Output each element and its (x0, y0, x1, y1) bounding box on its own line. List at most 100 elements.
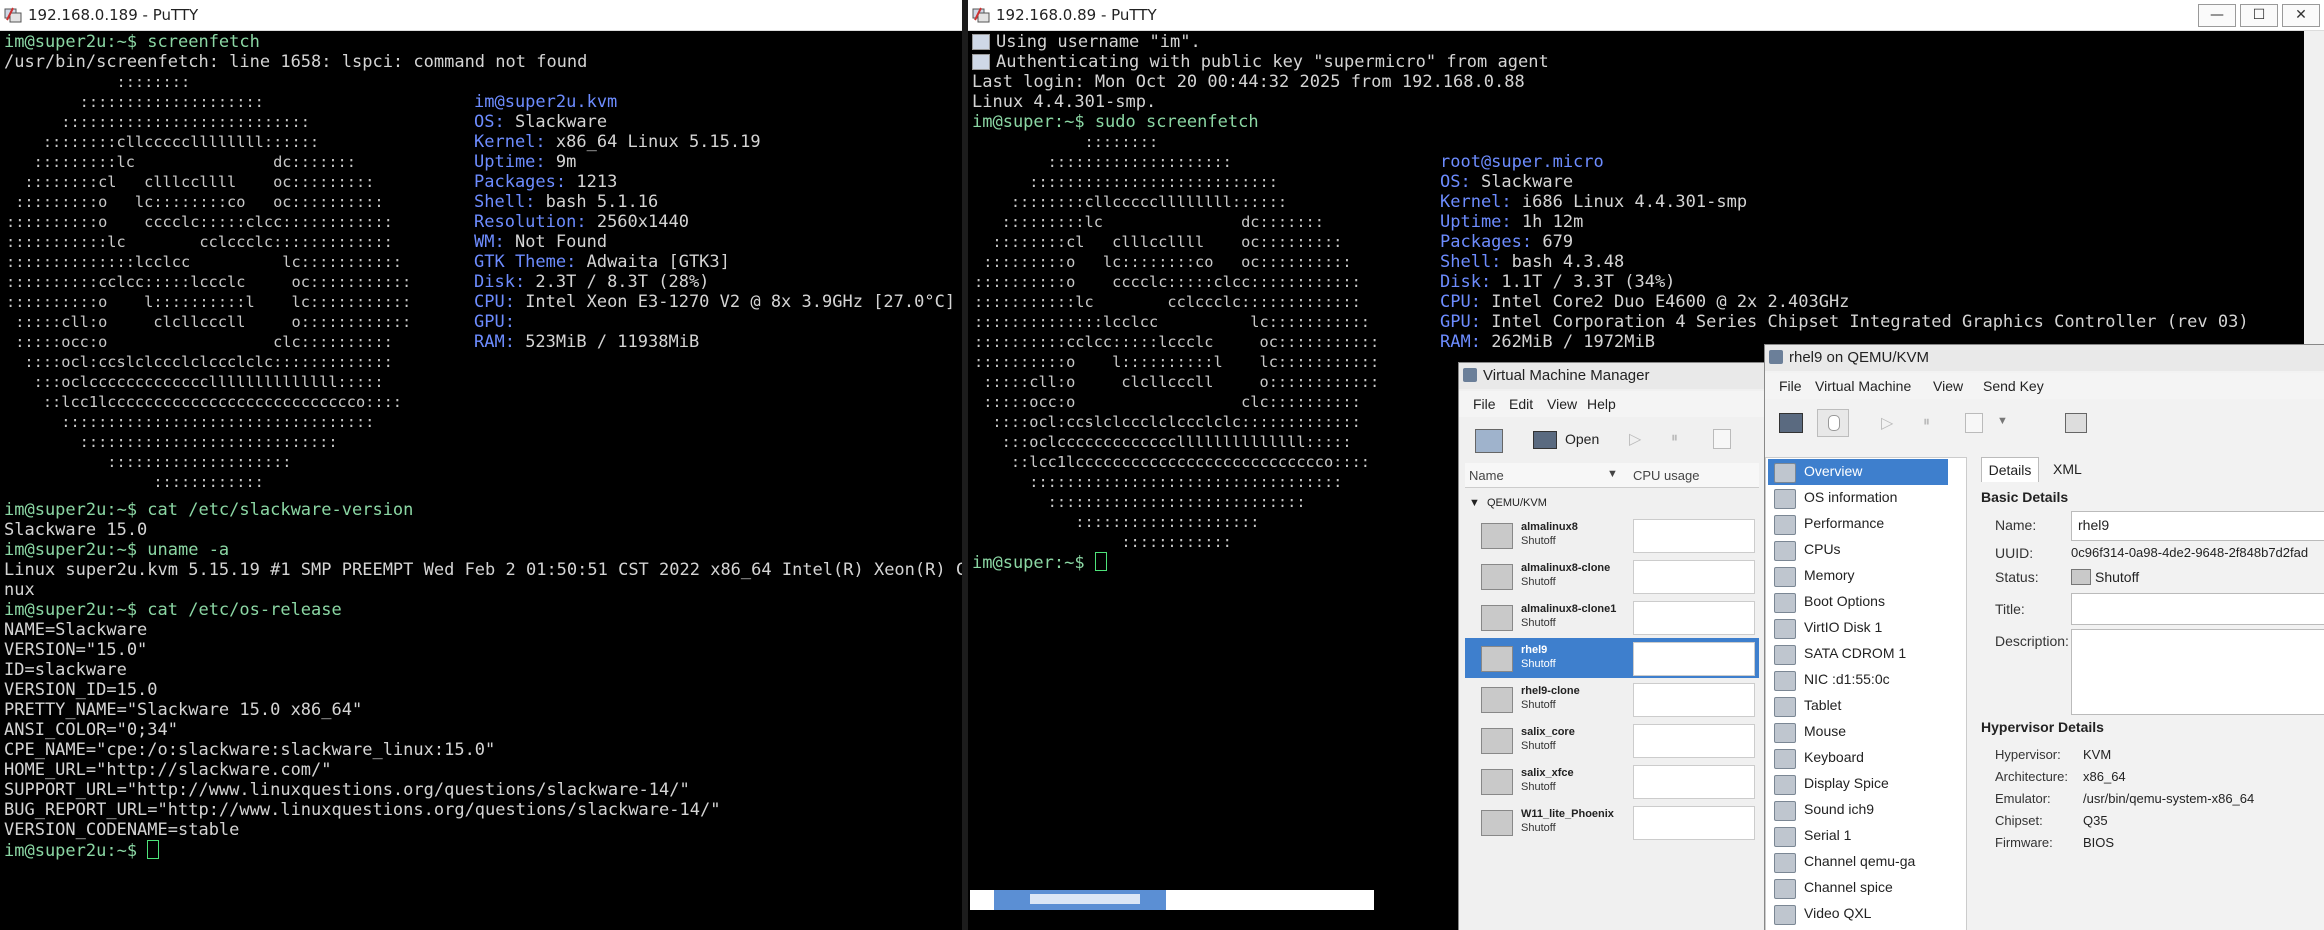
console-icon[interactable] (1779, 413, 1803, 433)
menu-virtual-machine[interactable]: Virtual Machine (1815, 378, 1911, 394)
vm-row[interactable]: W11_lite_Phoenix Shutoff (1465, 802, 1759, 842)
hardware-item[interactable]: NIC :d1:55:0c (1768, 667, 1948, 693)
vm-status: Shutoff (1521, 658, 1556, 670)
sysinfo-row: GPU: (474, 312, 515, 332)
right-putty-titlebar[interactable]: 192.168.0.89 - PuTTY — ☐ ✕ (968, 0, 2324, 31)
hardware-icon (1774, 567, 1796, 587)
menu-help[interactable]: Help (1587, 396, 1616, 412)
output-line: Linux super2u.kvm 5.15.19 #1 SMP PREEMPT… (4, 560, 962, 580)
vm-row[interactable]: almalinux8-clone1 Shutoff (1465, 597, 1759, 637)
details-toggle-button[interactable] (1817, 409, 1849, 437)
cpu-usage-graph (1633, 642, 1755, 676)
hardware-icon (1774, 853, 1796, 873)
vm-row[interactable]: salix_xfce Shutoff (1465, 761, 1759, 801)
hardware-item[interactable]: SATA CDROM 1 (1768, 641, 1948, 667)
menu-send-key[interactable]: Send Key (1983, 378, 2044, 394)
hardware-label: Tablet (1804, 697, 1842, 713)
hardware-item[interactable]: Tablet (1768, 693, 1948, 719)
menu-file[interactable]: File (1779, 378, 1802, 394)
open-button[interactable]: Open (1565, 431, 1599, 447)
left-putty-titlebar[interactable]: 192.168.0.189 - PuTTY (0, 0, 962, 31)
column-name[interactable]: Name (1469, 468, 1504, 483)
hardware-icon (1774, 593, 1796, 613)
stop-icon[interactable] (1713, 429, 1731, 449)
hardware-item[interactable]: Boot Options (1768, 589, 1948, 615)
left-terminal[interactable]: im@super2u:~$ screenfetch/usr/bin/screen… (0, 31, 962, 930)
vm-row[interactable]: almalinux8 Shutoff (1465, 515, 1759, 555)
pause-icon[interactable]: ⏸ (1923, 413, 1930, 430)
cpu-usage-graph (1633, 519, 1755, 553)
expander-icon[interactable]: ▼ (1469, 497, 1480, 509)
hardware-item[interactable]: VirtIO Disk 1 (1768, 615, 1948, 641)
hardware-item[interactable]: Sound ich9 (1768, 797, 1948, 823)
output-line: NAME=Slackware (4, 620, 148, 640)
cpu-usage-graph (1633, 724, 1755, 758)
fullscreen-icon[interactable] (2065, 413, 2087, 433)
vm-row[interactable]: rhel9 Shutoff (1465, 638, 1759, 678)
close-button[interactable]: ✕ (2282, 4, 2320, 27)
hardware-item[interactable]: Channel spice (1768, 875, 1948, 901)
run-icon[interactable]: ▷ (1629, 429, 1641, 449)
shutdown-menu-chevron-icon[interactable]: ▼ (1997, 415, 2008, 427)
status-monitor-icon (2071, 569, 2091, 585)
tab-xml[interactable]: XML (2053, 461, 2082, 477)
hardware-item[interactable]: Serial 1 (1768, 823, 1948, 849)
menu-edit[interactable]: Edit (1509, 396, 1533, 412)
new-vm-icon[interactable] (1475, 429, 1503, 453)
tab-details[interactable]: Details (1981, 457, 2039, 482)
name-field[interactable]: rhel9 (2071, 511, 2324, 541)
hardware-icon (1774, 801, 1796, 821)
vmm-window[interactable]: Virtual Machine Manager File Edit View H… (1458, 362, 1766, 930)
hardware-icon (1774, 749, 1796, 769)
menu-view[interactable]: View (1933, 378, 1963, 394)
vm-details-window[interactable]: rhel9 on QEMU/KVM File Virtual Machine V… (1764, 344, 2324, 930)
menu-file[interactable]: File (1473, 396, 1496, 412)
cpu-usage-graph (1633, 683, 1755, 717)
stop-icon[interactable] (1965, 413, 1983, 433)
hardware-item[interactable]: Channel qemu-ga (1768, 849, 1948, 875)
hardware-item[interactable]: Display Spice (1768, 771, 1948, 797)
title-label: Title: (1995, 601, 2025, 617)
vmm-titlebar[interactable]: Virtual Machine Manager (1459, 363, 1765, 389)
hypervisor-detail-value: KVM (2083, 747, 2112, 762)
vm-status: Shutoff (1521, 699, 1556, 711)
minimize-button[interactable]: — (2198, 4, 2236, 27)
maximize-button[interactable]: ☐ (2240, 4, 2278, 27)
left-putty-window[interactable]: 192.168.0.189 - PuTTY im@super2u:~$ scre… (0, 0, 962, 930)
prompt-line: im@super2u:~$ cat /etc/os-release (4, 600, 342, 620)
prompt-line: im@super2u:~$ screenfetch (4, 32, 260, 52)
hardware-item[interactable]: OS information (1768, 485, 1948, 511)
hypervisor-detail-label: Architecture: (1995, 769, 2068, 784)
run-icon[interactable]: ▷ (1881, 413, 1893, 433)
vm-details-titlebar[interactable]: rhel9 on QEMU/KVM (1765, 345, 2324, 371)
sysinfo-row: Disk: 1.1T / 3.3T (34%) (1440, 272, 1676, 292)
vm-row[interactable]: salix_core Shutoff (1465, 720, 1759, 760)
title-field[interactable] (2071, 593, 2324, 625)
hardware-label: Channel qemu-ga (1804, 853, 1916, 869)
vm-row[interactable]: almalinux8-clone Shutoff (1465, 556, 1759, 596)
hardware-icon (1774, 697, 1796, 717)
output-line: ID=slackware (4, 660, 127, 680)
vm-row[interactable]: rhel9-clone Shutoff (1465, 679, 1759, 719)
hardware-label: Display Spice (1804, 775, 1889, 791)
name-value: rhel9 (2078, 517, 2110, 533)
hardware-item[interactable]: CPUs (1768, 537, 1948, 563)
hardware-item[interactable]: Keyboard (1768, 745, 1948, 771)
hardware-item[interactable]: Video QXL (1768, 901, 1948, 927)
output-line: Authenticating with public key "supermic… (996, 52, 1549, 72)
hardware-item[interactable]: Mouse (1768, 719, 1948, 745)
pause-icon[interactable]: ⏸ (1671, 429, 1678, 446)
hardware-item[interactable]: Memory (1768, 563, 1948, 589)
hardware-icon (1774, 671, 1796, 691)
tab-bar: Details XML (1981, 457, 2324, 483)
connection-label[interactable]: QEMU/KVM (1487, 497, 1547, 509)
column-cpu-usage[interactable]: CPU usage (1633, 468, 1699, 483)
output-line: PRETTY_NAME="Slackware 15.0 x86_64" (4, 700, 363, 720)
hardware-item[interactable]: Performance (1768, 511, 1948, 537)
vm-details-app-icon (1769, 350, 1783, 364)
menu-view[interactable]: View (1547, 396, 1577, 412)
sysinfo-row: RAM: 262MiB / 1972MiB (1440, 332, 1655, 352)
slackware-logo: :::::::: :::::::::::::::::::: ::::::::::… (6, 73, 412, 491)
description-field[interactable] (2071, 629, 2324, 715)
hardware-item[interactable]: Overview (1768, 459, 1948, 485)
